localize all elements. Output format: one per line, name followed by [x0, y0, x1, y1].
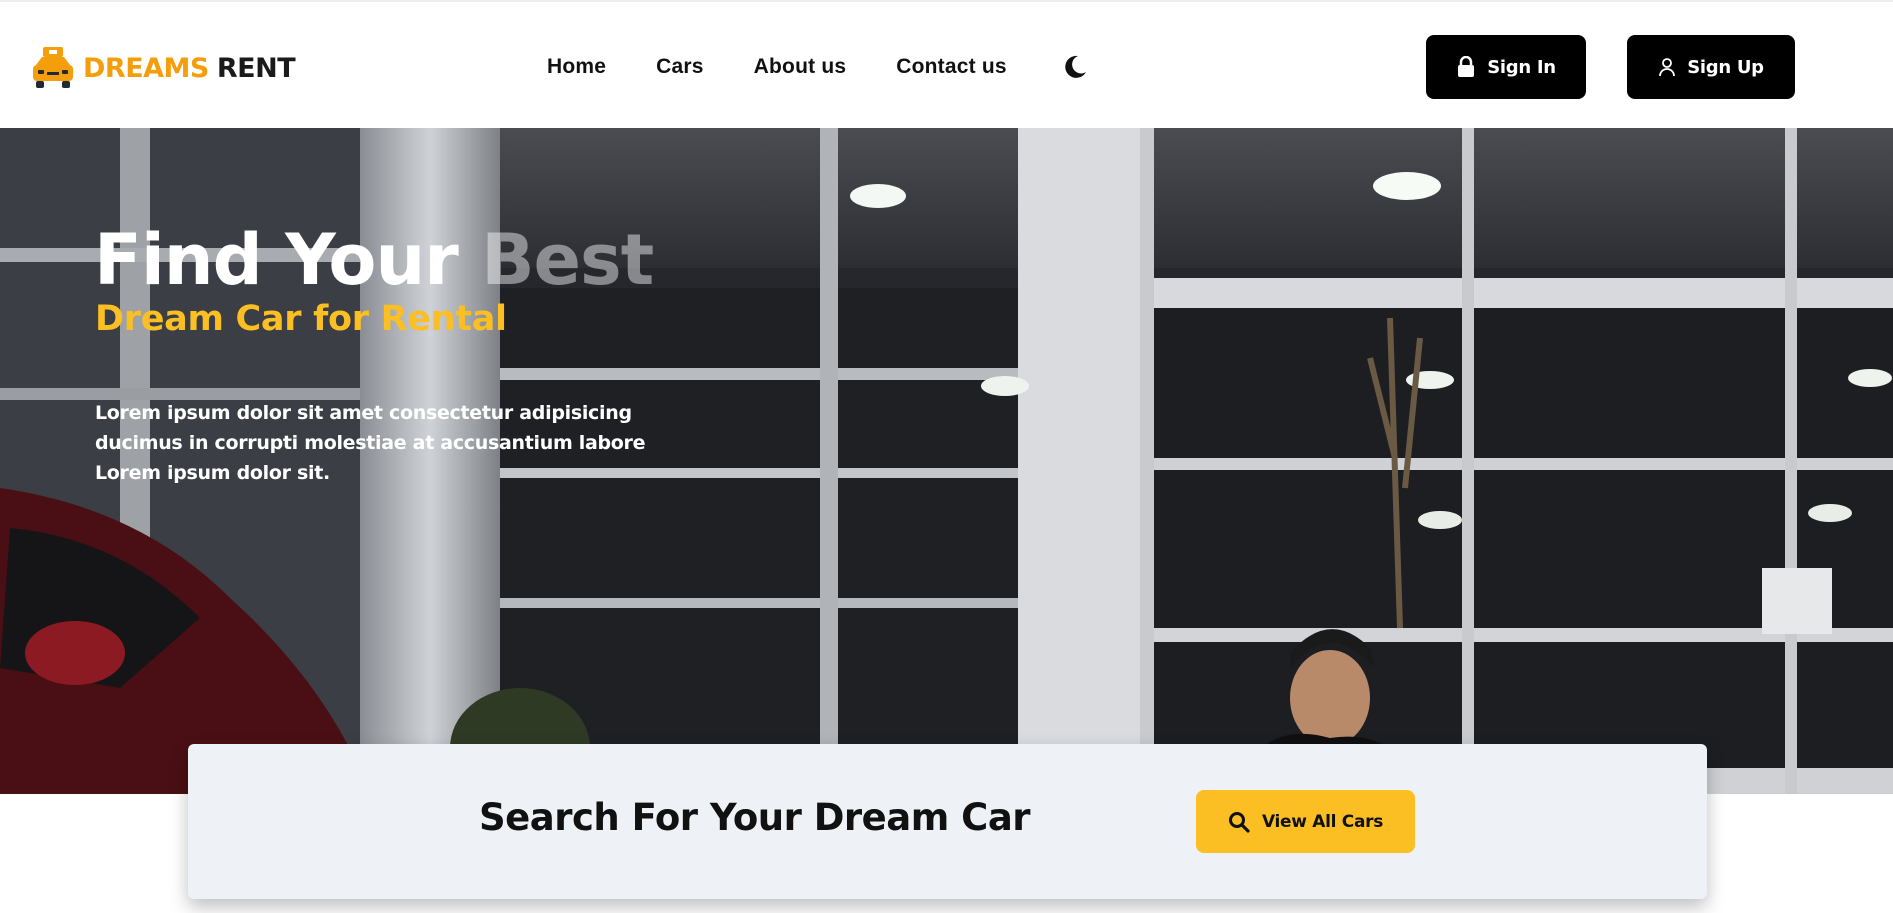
nav-item-about[interactable]: About us — [754, 55, 847, 79]
moon-icon[interactable] — [1061, 53, 1089, 81]
nav-item-home[interactable]: Home — [547, 55, 606, 79]
nav-item-contact[interactable]: Contact us — [896, 55, 1007, 79]
nav-item-cars[interactable]: Cars — [656, 55, 704, 79]
hero-description-line: Lorem ipsum dolor sit amet consectetur a… — [95, 402, 632, 424]
search-title: Search For Your Dream Car — [479, 796, 1031, 839]
brand-name-accent: DREAMS — [83, 52, 209, 84]
brand-name: DREAMS RENT — [83, 52, 296, 84]
hero-title-fade: Best — [481, 219, 654, 301]
hero-title-main: Find Your — [94, 219, 482, 301]
sign-up-button[interactable]: Sign Up — [1627, 35, 1795, 99]
hero-description-line: ducimus in corrupti molestiae at accusan… — [95, 432, 646, 454]
brand-logo[interactable]: DREAMS RENT — [30, 44, 296, 92]
site-header: DREAMS RENT Home Cars About us Contact us… — [0, 0, 1893, 128]
hero-description: Lorem ipsum dolor sit amet consectetur a… — [95, 398, 695, 488]
view-all-cars-button[interactable]: View All Cars — [1196, 790, 1415, 853]
brand-name-dark: RENT — [216, 52, 296, 84]
sign-in-label: Sign In — [1487, 56, 1556, 78]
hero-description-line: Lorem ipsum dolor sit. — [95, 462, 330, 484]
hero-subtitle: Dream Car for Rental — [95, 299, 507, 339]
sign-up-label: Sign Up — [1687, 56, 1764, 78]
user-icon — [1659, 58, 1676, 77]
main-nav: Home Cars About us Contact us — [547, 50, 1089, 84]
lock-icon — [1458, 56, 1475, 77]
car-logo-icon — [33, 47, 73, 88]
view-all-cars-label: View All Cars — [1261, 811, 1384, 832]
search-icon — [1228, 811, 1250, 833]
sign-in-button[interactable]: Sign In — [1426, 35, 1586, 99]
search-card: Search For Your Dream Car View All Cars — [188, 744, 1707, 899]
hero-banner: Find Your Best Dream Car for Rental Lore… — [0, 128, 1893, 794]
hero-title: Find Your Best — [94, 219, 654, 301]
